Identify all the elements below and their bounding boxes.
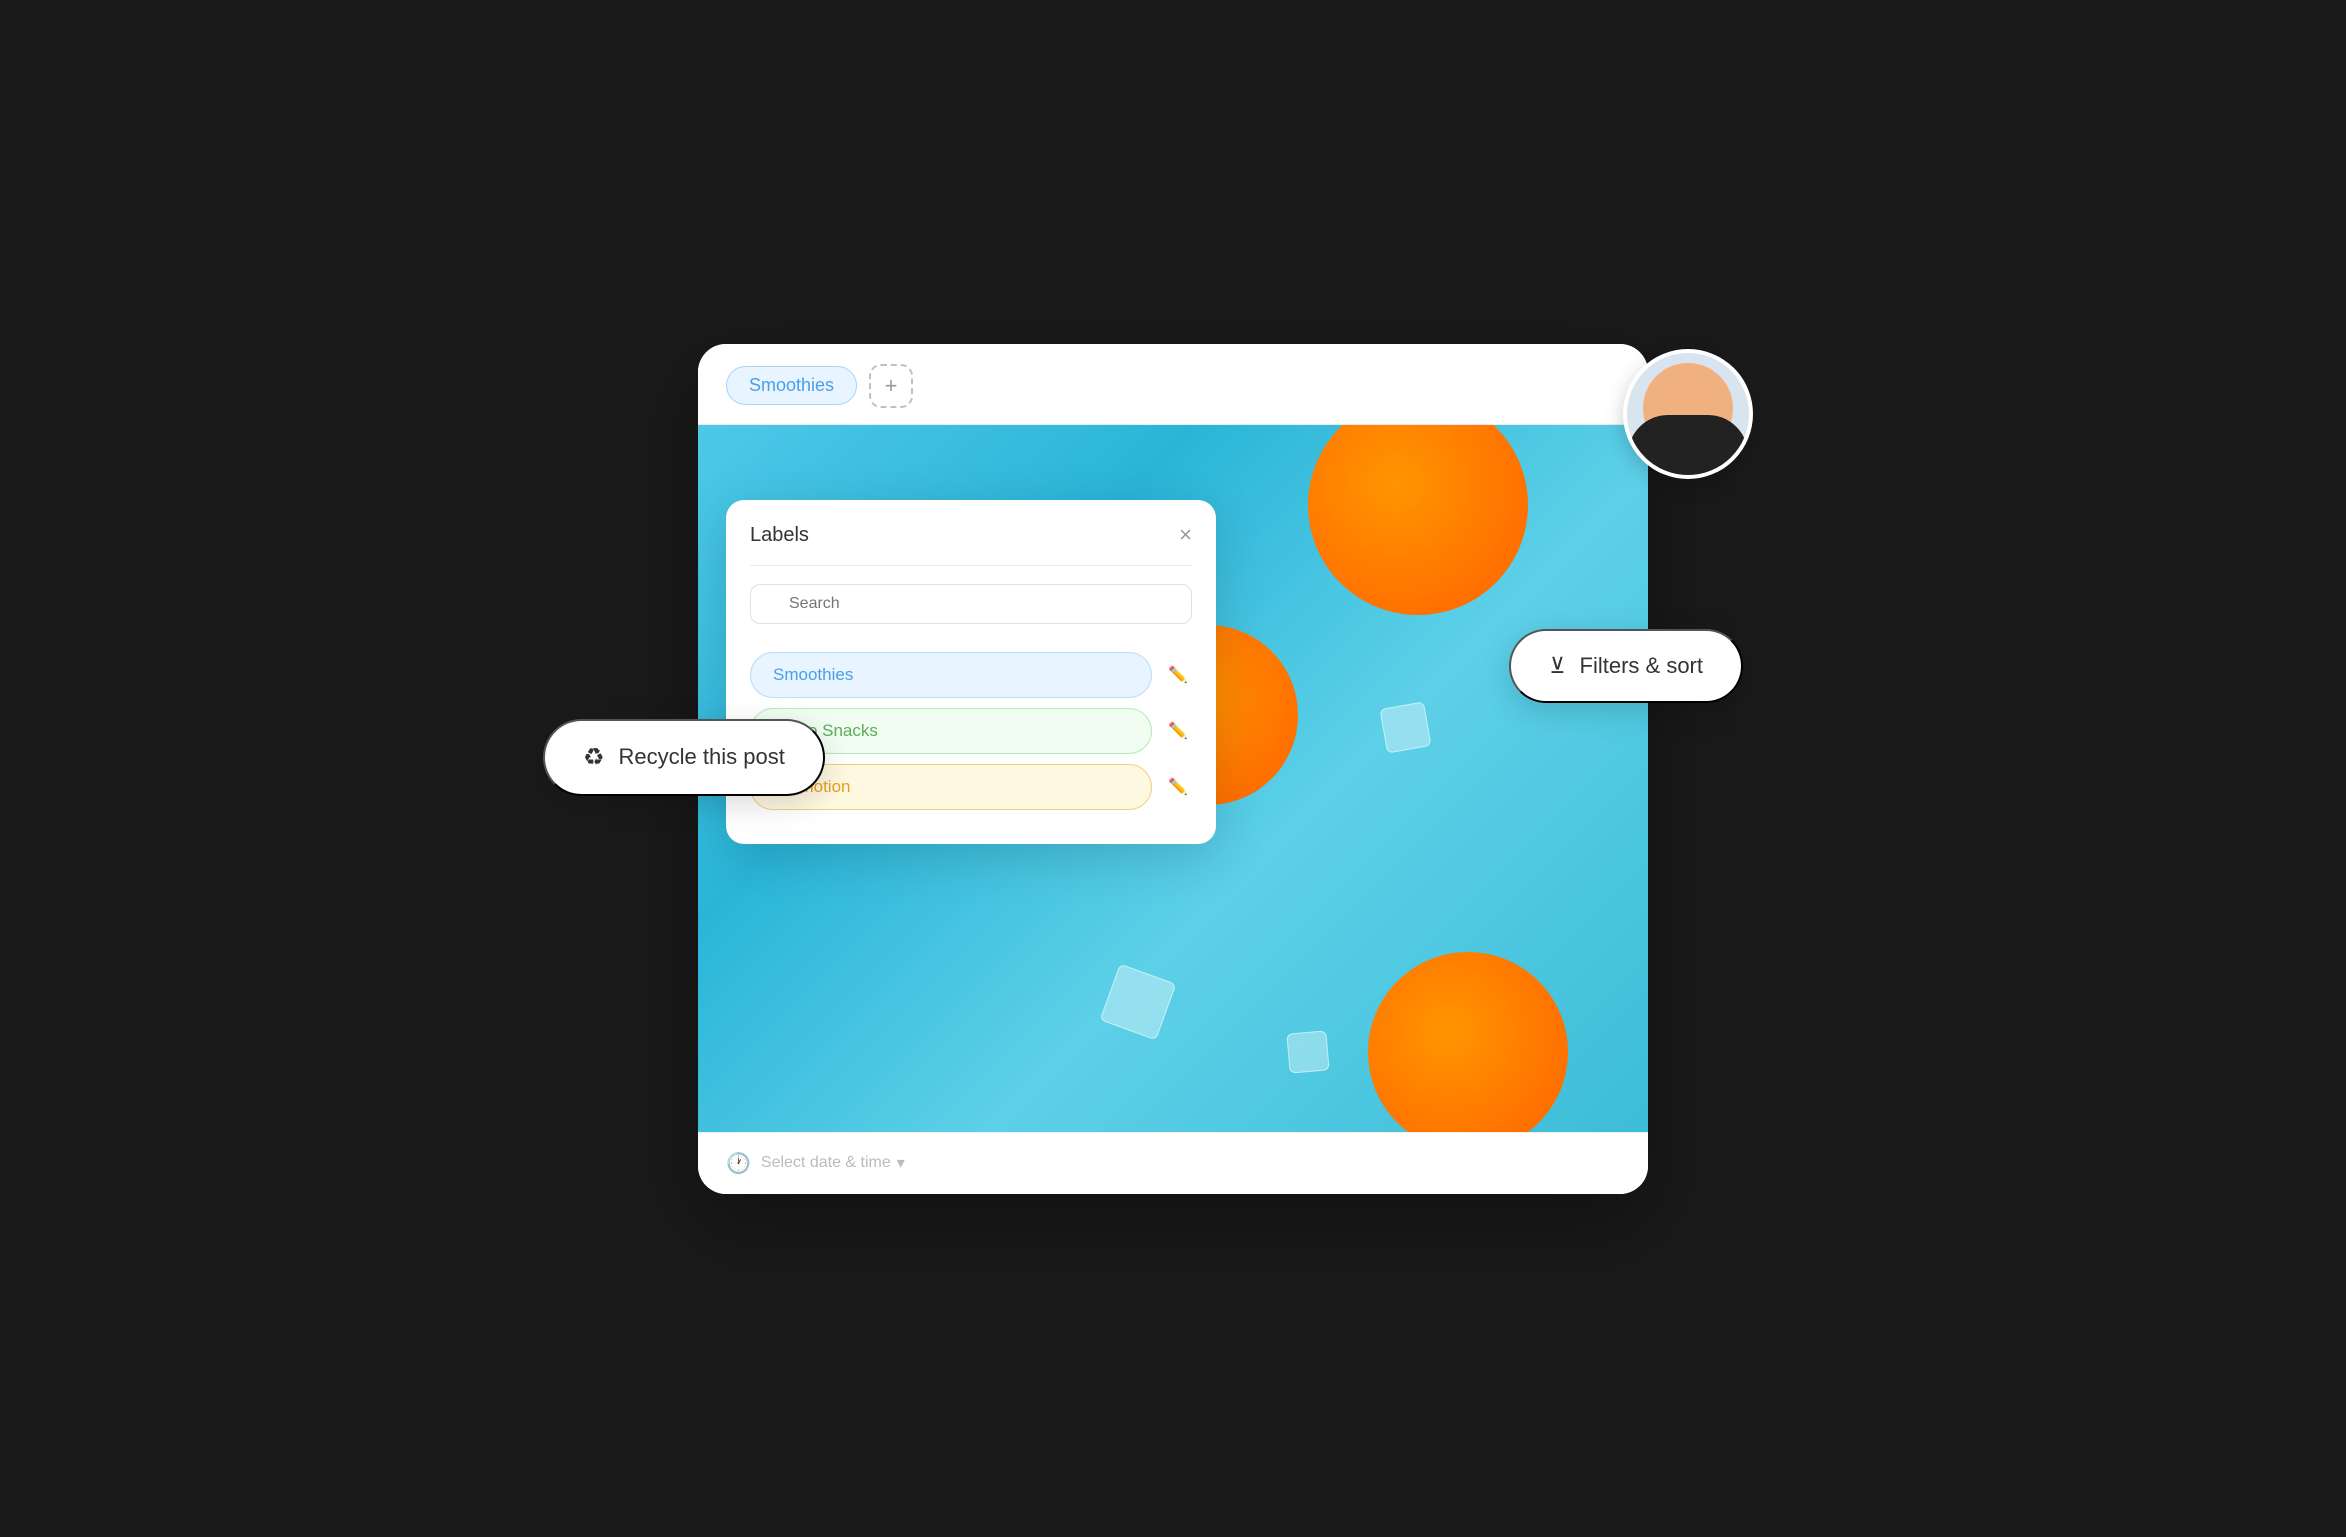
date-placeholder-text: Select date & time (761, 1154, 891, 1172)
label-smoothies[interactable]: Smoothies (750, 652, 1152, 698)
label-search-input[interactable] (750, 584, 1192, 624)
smoothies-tab[interactable]: Smoothies (726, 366, 857, 405)
date-time-selector[interactable]: Select date & time ▾ (761, 1153, 905, 1173)
hero-area: Labels × 🔍 Smoothies ✏️ Jusco Snacks ✏️ (698, 425, 1648, 1132)
filters-sort-button[interactable]: ⊻ Filters & sort (1509, 629, 1743, 703)
avatar (1623, 349, 1753, 479)
avatar-body (1628, 415, 1748, 475)
filters-label: Filters & sort (1580, 653, 1703, 679)
filter-icon: ⊻ (1549, 653, 1565, 679)
main-card: Smoothies + Labels × (698, 344, 1648, 1194)
labels-title: Labels (750, 524, 809, 547)
ice-cube-3 (1100, 963, 1177, 1040)
recycle-label: Recycle this post (619, 744, 785, 770)
clock-icon: 🕐 (726, 1151, 751, 1176)
add-tab-button[interactable]: + (869, 364, 913, 408)
orange-decoration-3 (1368, 952, 1568, 1132)
edit-smoothies-button[interactable]: ✏️ (1164, 661, 1192, 689)
orange-decoration-1 (1308, 425, 1528, 615)
recycle-post-button[interactable]: ♻ Recycle this post (543, 719, 825, 796)
bottom-bar: 🕐 Select date & time ▾ (698, 1132, 1648, 1194)
chevron-down-icon: ▾ (897, 1153, 905, 1173)
label-item-smoothies: Smoothies ✏️ (750, 652, 1192, 698)
labels-header: Labels × (750, 524, 1192, 566)
ice-cube-2 (1379, 701, 1431, 753)
top-bar: Smoothies + (698, 344, 1648, 424)
search-wrapper: 🔍 (750, 584, 1192, 638)
edit-promotion-button[interactable]: ✏️ (1164, 773, 1192, 801)
recycle-icon: ♻ (583, 743, 605, 772)
edit-jusco-button[interactable]: ✏️ (1164, 717, 1192, 745)
close-button[interactable]: × (1179, 524, 1192, 546)
ice-cube-4 (1286, 1030, 1329, 1073)
